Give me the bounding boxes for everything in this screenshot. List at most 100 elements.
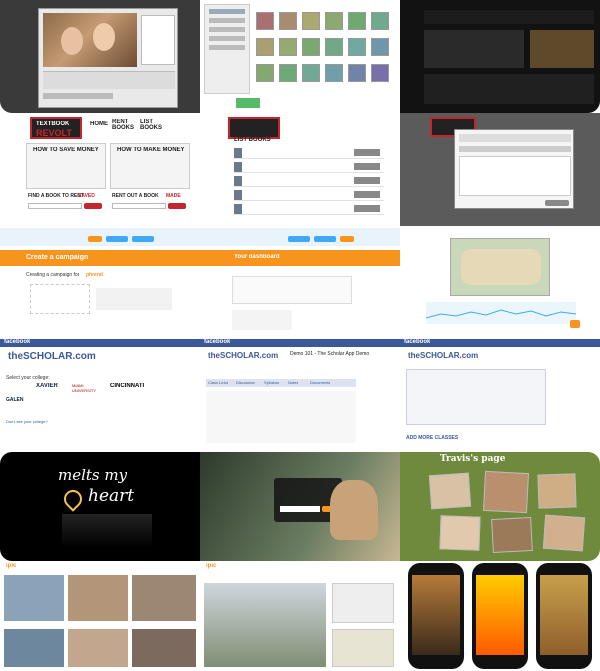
- find-book-input[interactable]: [28, 203, 82, 209]
- dark-list: [424, 74, 594, 104]
- sidebar-item[interactable]: [209, 9, 245, 14]
- sidebar-item[interactable]: [209, 36, 245, 41]
- college-cincinnati[interactable]: CINCINNATI: [110, 383, 144, 389]
- sidebar-item[interactable]: [209, 45, 245, 50]
- list-books-title: LIST BOOKS: [234, 137, 271, 143]
- grid-thumbnail[interactable]: [371, 38, 389, 56]
- grid-thumbnail[interactable]: [325, 38, 343, 56]
- timeline-chart: [425, 302, 577, 324]
- add-more-classes[interactable]: ADD MORE CLASSES: [406, 435, 458, 441]
- grid-thumbnail[interactable]: [371, 12, 389, 30]
- scrap-photo-5[interactable]: [491, 516, 533, 554]
- tab-documents[interactable]: Documents: [310, 380, 330, 385]
- scholar-logo-2[interactable]: theSCHOLAR.com: [208, 351, 278, 360]
- tr-logo[interactable]: TEXTBOOK REVOLT: [30, 117, 82, 139]
- gallery-photo-6[interactable]: [132, 629, 196, 667]
- grid-thumbnail[interactable]: [348, 38, 366, 56]
- nav-rent-books[interactable]: RENT BOOKS: [112, 119, 142, 131]
- photo-map[interactable]: [332, 629, 394, 667]
- scrap-photo-4[interactable]: [439, 515, 481, 551]
- us-map[interactable]: [450, 238, 550, 296]
- nav-list-books[interactable]: LIST BOOKS: [140, 119, 170, 131]
- college-xavier[interactable]: XAVIER: [36, 383, 58, 389]
- campaign-banner: Create a campaign: [0, 250, 200, 266]
- tr-logo-2[interactable]: [228, 117, 280, 139]
- tab-class-links[interactable]: Class Links: [208, 380, 228, 385]
- campaign-highlight: phrend: [86, 272, 103, 278]
- book-action-button[interactable]: [354, 191, 380, 198]
- main-photo[interactable]: [204, 583, 326, 667]
- phone-2-screen[interactable]: [476, 575, 524, 655]
- book-action-button[interactable]: [354, 163, 380, 170]
- grid-thumbnail[interactable]: [256, 12, 274, 30]
- campaign-form[interactable]: [30, 284, 90, 314]
- grid-thumbnail[interactable]: [256, 64, 274, 82]
- grid-thumbnail[interactable]: [371, 64, 389, 82]
- book-row[interactable]: [234, 161, 384, 173]
- select-prompt: Select your college:: [6, 375, 50, 381]
- campaign-btn-3[interactable]: [132, 236, 154, 242]
- book-row[interactable]: [234, 175, 384, 187]
- book-action-button[interactable]: [354, 205, 380, 212]
- book-action-button[interactable]: [354, 177, 380, 184]
- book-row[interactable]: [234, 189, 384, 201]
- book-action-button[interactable]: [354, 149, 380, 156]
- grid-thumbnail[interactable]: [348, 12, 366, 30]
- campaign-btn-1[interactable]: [88, 236, 102, 242]
- find-book-button[interactable]: [84, 203, 102, 209]
- campaign-btn-2[interactable]: [106, 236, 128, 242]
- gallery-photo-1[interactable]: [4, 575, 64, 621]
- grid-thumbnail[interactable]: [348, 64, 366, 82]
- gallery-photo-3[interactable]: [132, 575, 196, 621]
- rent-out-button[interactable]: [168, 203, 186, 209]
- college-galen[interactable]: GALEN: [6, 397, 24, 403]
- phone-3-screen[interactable]: [540, 575, 588, 655]
- ipic-brand-2[interactable]: ipic: [206, 563, 216, 569]
- scrap-photo-2[interactable]: [482, 470, 530, 514]
- gallery-photo-5[interactable]: [68, 629, 128, 667]
- email-input[interactable]: [280, 506, 320, 512]
- add-class-form[interactable]: [406, 369, 546, 425]
- editor-toolbar[interactable]: [43, 71, 175, 89]
- grid-thumb-footer[interactable]: [236, 98, 260, 108]
- dash-btn-1[interactable]: [288, 236, 310, 242]
- grid-thumbnail[interactable]: [279, 38, 297, 56]
- grid-thumbnail[interactable]: [256, 38, 274, 56]
- gallery-photo-2[interactable]: [68, 575, 128, 621]
- phone-1-screen[interactable]: [412, 575, 460, 655]
- grid-thumbnail[interactable]: [325, 64, 343, 82]
- grid-thumbnail[interactable]: [279, 12, 297, 30]
- grid-thumbnail[interactable]: [302, 38, 320, 56]
- tab-syllabus[interactable]: Syllabus: [264, 380, 279, 385]
- sidebar-item[interactable]: [209, 18, 245, 23]
- sidebar-item[interactable]: [209, 27, 245, 32]
- book-cover: [234, 204, 242, 214]
- grid-thumbnail[interactable]: [279, 64, 297, 82]
- gallery-photo-4[interactable]: [4, 629, 64, 667]
- scrap-photo-6[interactable]: [542, 514, 586, 552]
- scholar-logo[interactable]: theSCHOLAR.com: [8, 351, 96, 362]
- ipic-brand[interactable]: ipic: [6, 563, 16, 569]
- missing-college-link[interactable]: Don't see your college?: [6, 419, 48, 424]
- dash-btn-2[interactable]: [314, 236, 336, 242]
- tab-notes[interactable]: Notes: [288, 380, 298, 385]
- rent-out-input[interactable]: [112, 203, 166, 209]
- scholar-logo-3[interactable]: theSCHOLAR.com: [408, 351, 478, 360]
- scrap-photo-3[interactable]: [537, 473, 577, 509]
- grid-thumbnail[interactable]: [325, 12, 343, 30]
- dark-header: [424, 10, 594, 24]
- book-row[interactable]: [234, 203, 384, 215]
- scrap-photo-1[interactable]: [428, 472, 472, 510]
- timeline-marker[interactable]: [570, 320, 580, 328]
- college-miami[interactable]: MIAMI UNIVERSITY: [72, 383, 106, 393]
- grid-thumbnail[interactable]: [302, 12, 320, 30]
- book-row[interactable]: [234, 147, 384, 159]
- tab-discussion[interactable]: Discussion: [236, 380, 255, 385]
- modal-form[interactable]: [459, 156, 571, 196]
- nav-home[interactable]: HOME: [90, 121, 108, 127]
- grid-thumbnail[interactable]: [302, 64, 320, 82]
- modal-tabs[interactable]: [459, 146, 571, 152]
- dash-btn-3[interactable]: [340, 236, 354, 242]
- fb-brand: facebook: [4, 339, 31, 345]
- modal-submit[interactable]: [545, 200, 569, 206]
